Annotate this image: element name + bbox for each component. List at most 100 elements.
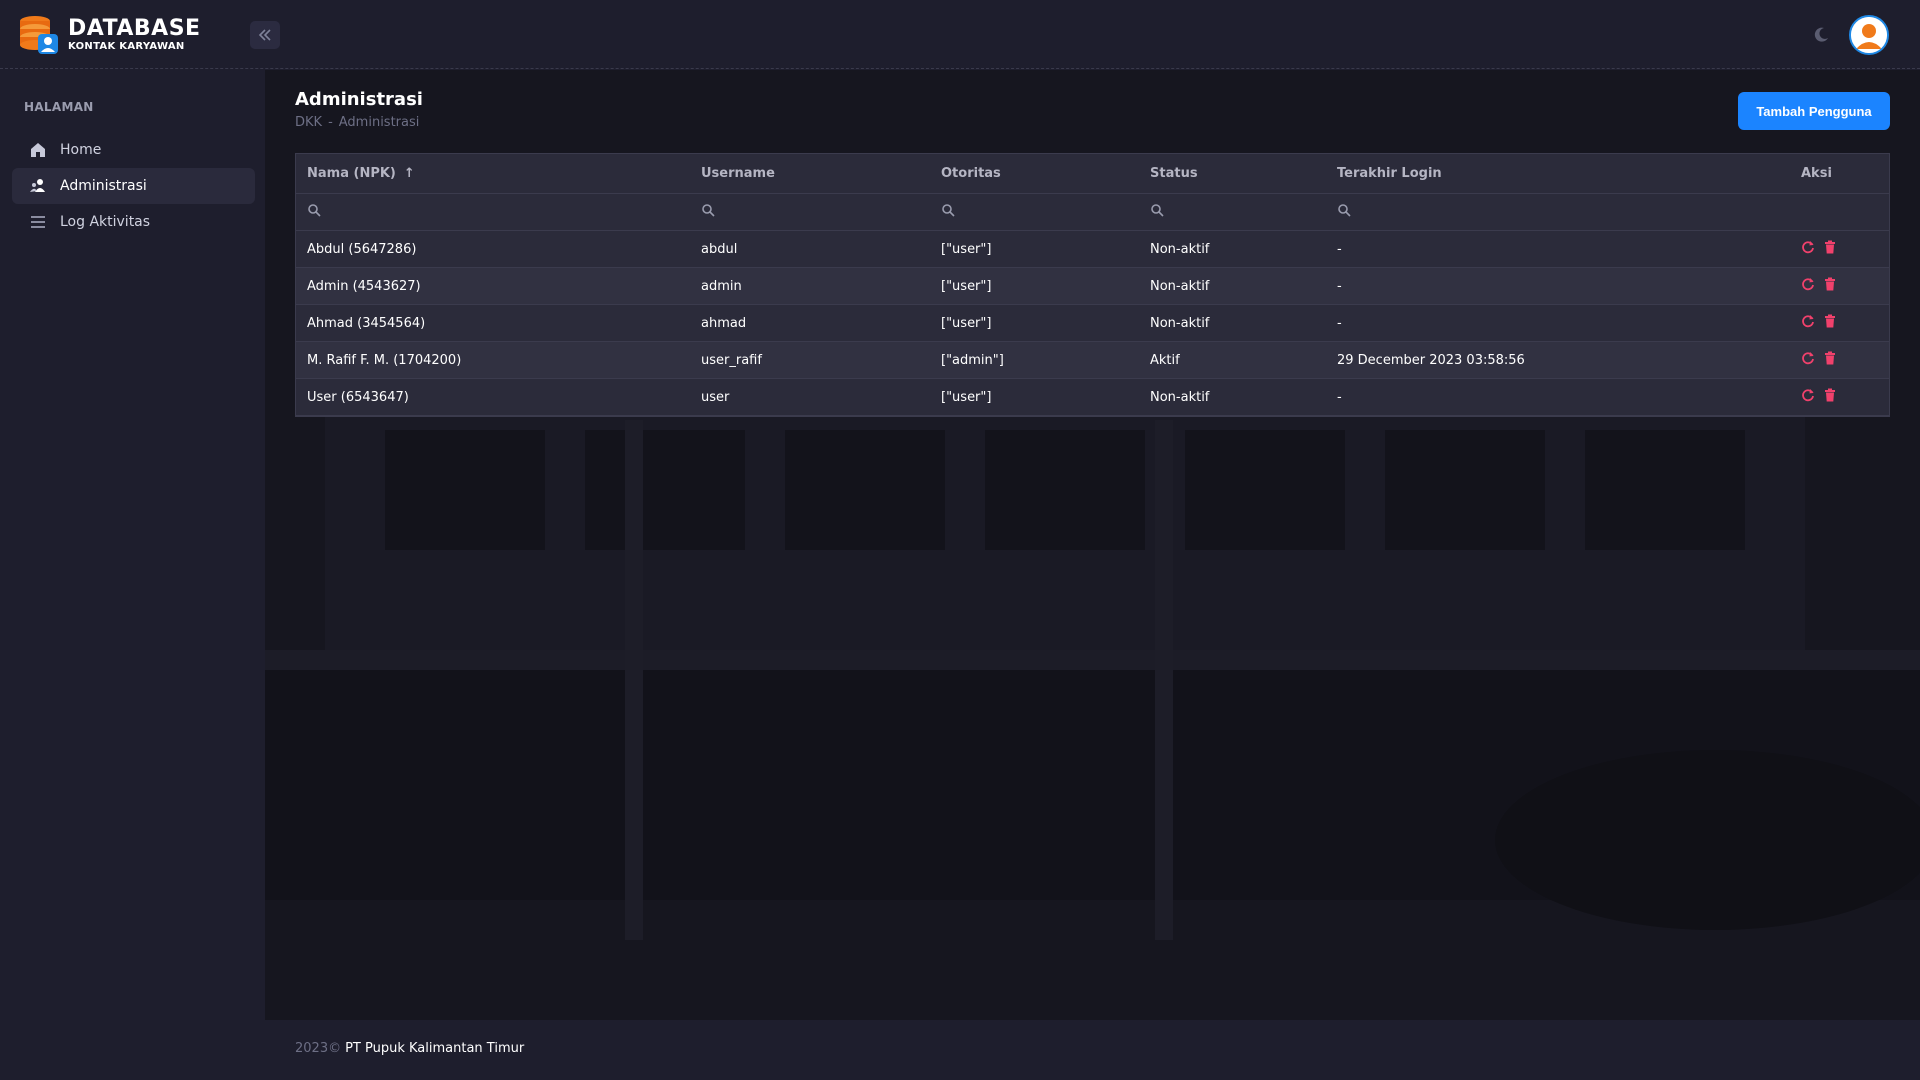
moon-icon bbox=[1814, 27, 1828, 42]
list-icon bbox=[28, 212, 48, 232]
row-actions bbox=[1801, 314, 1836, 332]
breadcrumb: DKK - Administrasi bbox=[295, 115, 419, 130]
filter-otoritas-input[interactable] bbox=[941, 203, 955, 221]
trash-icon bbox=[1825, 277, 1835, 291]
cell-nama: Admin (4543627) bbox=[307, 278, 421, 294]
cell-nama: M. Rafif F. M. (1704200) bbox=[307, 352, 462, 368]
row-actions bbox=[1801, 351, 1836, 369]
breadcrumb-item-dkk[interactable]: DKK bbox=[295, 115, 322, 130]
database-user-icon bbox=[18, 14, 60, 56]
delete-button[interactable] bbox=[1824, 388, 1836, 406]
cell-terakhir-login: - bbox=[1337, 278, 1342, 294]
sort-asc-icon: ↑ bbox=[403, 166, 415, 181]
brand[interactable]: DATABASE KONTAK KARYAWAN bbox=[18, 14, 201, 56]
cell-status: Non-aktif bbox=[1150, 241, 1210, 257]
add-user-button[interactable]: Tambah Pengguna bbox=[1738, 92, 1890, 130]
reset-button[interactable] bbox=[1801, 314, 1815, 332]
cell-username: user_rafif bbox=[701, 352, 762, 368]
search-icon bbox=[1338, 204, 1351, 217]
delete-button[interactable] bbox=[1824, 240, 1836, 258]
breadcrumb-item-current: Administrasi bbox=[338, 115, 420, 130]
column-header-otoritas[interactable]: Otoritas bbox=[941, 166, 1001, 181]
breadcrumb-separator: - bbox=[328, 115, 333, 130]
column-header-nama[interactable]: Nama (NPK) ↑ bbox=[307, 166, 415, 181]
search-icon bbox=[702, 204, 715, 217]
refresh-icon bbox=[1802, 315, 1814, 328]
double-chevron-left-icon bbox=[258, 29, 271, 41]
users-icon bbox=[28, 176, 48, 196]
theme-toggle-button[interactable] bbox=[1810, 24, 1832, 46]
row-actions bbox=[1801, 388, 1836, 406]
sidebar-item-label: Log Aktivitas bbox=[60, 214, 151, 230]
users-table: Nama (NPK) ↑ Username Otoritas Status Ter… bbox=[295, 153, 1890, 417]
refresh-icon bbox=[1802, 352, 1814, 365]
table-row: Admin (4543627) admin ["user"] Non-aktif - bbox=[296, 268, 1889, 305]
main-content: Administrasi DKK - Administrasi Tambah P… bbox=[265, 70, 1920, 1020]
user-avatar-icon bbox=[1851, 17, 1887, 53]
column-header-aksi: Aksi bbox=[1801, 166, 1832, 181]
sidebar-item-label: Home bbox=[60, 142, 102, 158]
trash-icon bbox=[1825, 240, 1835, 254]
trash-icon bbox=[1825, 351, 1835, 365]
cell-otoritas: ["user"] bbox=[941, 278, 992, 294]
brand-subtitle: KONTAK KARYAWAN bbox=[68, 41, 185, 52]
sidebar-item-home[interactable]: Home bbox=[12, 132, 255, 168]
search-icon bbox=[1151, 204, 1164, 217]
filter-status-input[interactable] bbox=[1150, 203, 1164, 221]
filter-nama-input[interactable] bbox=[307, 203, 321, 221]
cell-status: Non-aktif bbox=[1150, 315, 1210, 331]
sidebar-item-administrasi[interactable]: Administrasi bbox=[12, 168, 255, 204]
reset-button[interactable] bbox=[1801, 240, 1815, 258]
cell-status: Non-aktif bbox=[1150, 278, 1210, 294]
cell-username: user bbox=[701, 389, 730, 405]
table-row: M. Rafif F. M. (1704200) user_rafif ["admi… bbox=[296, 342, 1889, 379]
search-icon bbox=[942, 204, 955, 217]
cell-nama: Ahmad (3454564) bbox=[307, 315, 426, 331]
column-header-label: Nama (NPK) bbox=[307, 166, 396, 181]
cell-terakhir-login: - bbox=[1337, 389, 1342, 405]
reset-button[interactable] bbox=[1801, 351, 1815, 369]
table-row: Abdul (5647286) abdul ["user"] Non-aktif - bbox=[296, 231, 1889, 268]
top-header: DATABASE KONTAK KARYAWAN bbox=[0, 0, 1920, 69]
cell-terakhir-login: 29 December 2023 03:58:56 bbox=[1337, 352, 1525, 368]
refresh-icon bbox=[1802, 278, 1814, 291]
column-header-username[interactable]: Username bbox=[701, 166, 775, 181]
footer-year: 2023© bbox=[295, 1041, 342, 1056]
cell-otoritas: ["user"] bbox=[941, 389, 992, 405]
reset-button[interactable] bbox=[1801, 277, 1815, 295]
delete-button[interactable] bbox=[1824, 351, 1836, 369]
cell-otoritas: ["admin"] bbox=[941, 352, 1004, 368]
table-filter-row bbox=[296, 194, 1889, 231]
filter-username-input[interactable] bbox=[701, 203, 715, 221]
page-title: Administrasi bbox=[295, 89, 423, 110]
sidebar-section-title: HALAMAN bbox=[24, 100, 94, 114]
delete-button[interactable] bbox=[1824, 277, 1836, 295]
filter-terakhir-login-input[interactable] bbox=[1337, 203, 1351, 221]
search-icon bbox=[308, 204, 321, 217]
sidebar-item-log-aktivitas[interactable]: Log Aktivitas bbox=[12, 204, 255, 240]
reset-button[interactable] bbox=[1801, 388, 1815, 406]
column-header-terakhir-login[interactable]: Terakhir Login bbox=[1337, 166, 1442, 181]
footer-company-link[interactable]: PT Pupuk Kalimantan Timur bbox=[345, 1041, 524, 1056]
refresh-icon bbox=[1802, 389, 1814, 402]
table-row: Ahmad (3454564) ahmad ["user"] Non-aktif - bbox=[296, 305, 1889, 342]
brand-title: DATABASE bbox=[68, 16, 201, 41]
cell-username: admin bbox=[701, 278, 742, 294]
user-avatar[interactable] bbox=[1849, 15, 1889, 55]
sidebar: HALAMAN Home Administrasi Log Aktivitas bbox=[0, 70, 265, 1080]
cell-otoritas: ["user"] bbox=[941, 241, 992, 257]
cell-otoritas: ["user"] bbox=[941, 315, 992, 331]
sidebar-item-label: Administrasi bbox=[60, 178, 147, 194]
delete-button[interactable] bbox=[1824, 314, 1836, 332]
cell-nama: User (6543647) bbox=[307, 389, 409, 405]
sidebar-collapse-button[interactable] bbox=[250, 21, 280, 49]
home-icon bbox=[28, 140, 48, 160]
cell-username: ahmad bbox=[701, 315, 747, 331]
column-header-status[interactable]: Status bbox=[1150, 166, 1198, 181]
cell-username: abdul bbox=[701, 241, 738, 257]
table-row: User (6543647) user ["user"] Non-aktif - bbox=[296, 379, 1889, 416]
cell-terakhir-login: - bbox=[1337, 315, 1342, 331]
row-actions bbox=[1801, 240, 1836, 258]
table-header-row: Nama (NPK) ↑ Username Otoritas Status Ter… bbox=[296, 154, 1889, 194]
row-actions bbox=[1801, 277, 1836, 295]
